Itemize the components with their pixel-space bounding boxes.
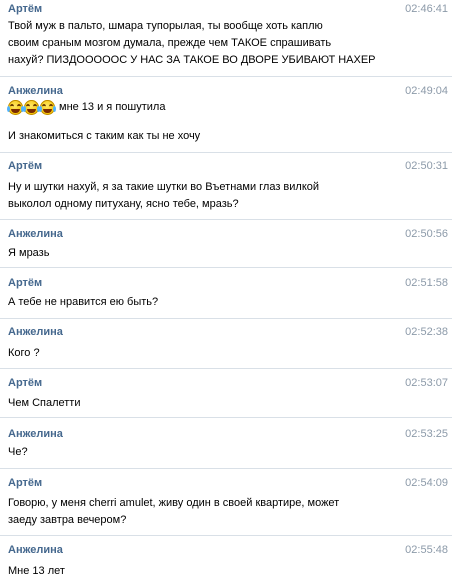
message: Анжелина 02:55:48 Мне 13 лет — [0, 543, 452, 583]
message-text-line: Че? — [8, 446, 28, 458]
message-divider — [0, 152, 452, 153]
message-author[interactable]: Анжелина — [8, 543, 63, 557]
message-author[interactable]: Артём — [8, 276, 42, 290]
message-author[interactable]: Артём — [8, 476, 42, 490]
message-author[interactable]: Анжелина — [8, 427, 63, 441]
message-text-line: своим сраным мозгом думала, прежде чем Т… — [8, 37, 332, 49]
message-text-line: выколол одному питухану, ясно тебе, мраз… — [8, 198, 239, 210]
message-divider — [0, 468, 452, 469]
message-text-line: Мне 13 лет — [8, 565, 65, 577]
message-author[interactable]: Артём — [8, 376, 42, 390]
message-divider — [0, 318, 452, 319]
message: Анжелина 02:52:38 Кого ? — [0, 325, 452, 365]
message-text-line: Чем Спалетти — [8, 397, 81, 409]
message-text-line: Ну и шутки нахуй, я за такие шутки во Въ… — [8, 181, 320, 193]
message-divider — [0, 535, 452, 536]
message: Артём 02:54:09 Говорю, у меня cherri amu… — [0, 476, 452, 536]
message-text-line: А тебе не нравится ею быть? — [8, 296, 159, 308]
message: Анжелина 02:50:56 Я мразь — [0, 227, 452, 267]
message-time: 02:52:38 — [405, 326, 448, 338]
rolling-laughing-icon — [23, 99, 40, 115]
message: Артём 02:50:31 Ну и шутки нахуй, я за та… — [0, 159, 452, 219]
message-divider — [0, 368, 452, 369]
message-author[interactable]: Анжелина — [8, 84, 63, 98]
chat-history: Артём 02:46:41 Твой муж в пальто, шмара … — [0, 0, 452, 587]
message-text-line: заеду завтра вечером? — [8, 514, 127, 526]
message-text-line: И знакомиться с таким как ты не хочу — [8, 130, 201, 142]
message-text-line: Твой муж в пальто, шмара тупорылая, ты в… — [8, 20, 323, 32]
message-author[interactable]: Анжелина — [8, 227, 63, 241]
message-divider — [0, 417, 452, 418]
message-time: 02:55:48 — [405, 544, 448, 556]
message-divider — [0, 267, 452, 268]
message: Анжелина 02:53:25 Че? — [0, 427, 452, 467]
message-text-line: Я мразь — [8, 247, 50, 259]
message-text-line: нахуй? ПИЗДОООООС У НАС ЗА ТАКОЕ ВО ДВОР… — [8, 54, 376, 66]
message-divider — [0, 219, 452, 220]
emoji-line: мне 13 и я пошутила — [7, 98, 166, 116]
message-time: 02:50:31 — [405, 160, 448, 172]
message-time: 02:53:07 — [405, 377, 448, 389]
message-text-line: мне 13 и я пошутила — [59, 101, 166, 113]
message: Анжелина 02:49:04 мне 13 и я пошутила И … — [0, 84, 452, 156]
message-text-line: Кого ? — [8, 347, 40, 359]
message: Артём 02:46:41 Твой муж в пальто, шмара … — [0, 0, 452, 76]
rolling-laughing-icon — [7, 99, 24, 115]
message-author[interactable]: Артём — [8, 2, 42, 16]
message-time: 02:54:09 — [405, 477, 448, 489]
message-author[interactable]: Анжелина — [8, 325, 63, 339]
rolling-laughing-icon — [39, 99, 56, 115]
message-time: 02:49:04 — [405, 85, 448, 97]
message-time: 02:46:41 — [405, 3, 448, 15]
message-text-line: Говорю, у меня cherri amulet, живу один … — [8, 497, 340, 509]
message-divider — [0, 76, 452, 77]
message-time: 02:53:25 — [405, 428, 448, 440]
message: Артём 02:53:07 Чем Спалетти — [0, 376, 452, 416]
message-time: 02:51:58 — [405, 277, 448, 289]
message: Артём 02:51:58 А тебе не нравится ею быт… — [0, 276, 452, 316]
message-time: 02:50:56 — [405, 228, 448, 240]
message-author[interactable]: Артём — [8, 159, 42, 173]
